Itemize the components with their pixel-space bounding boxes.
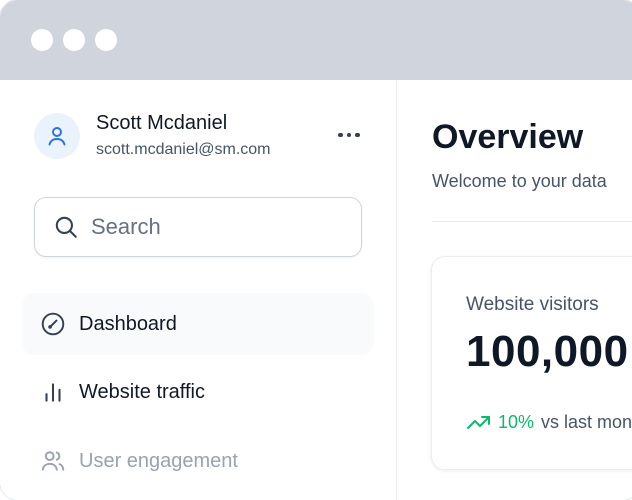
window-close-button[interactable] [31, 29, 53, 51]
user-email: scott.mcdaniel@sm.com [96, 141, 271, 158]
search-placeholder: Search [91, 214, 161, 239]
divider [432, 221, 632, 222]
trend-text: vs last month [541, 411, 632, 432]
more-horizontal-icon[interactable] [334, 123, 364, 147]
page-title: Overview [432, 118, 584, 156]
sidebar-item-label: Dashboard [79, 312, 177, 335]
trend-up-icon [467, 416, 490, 429]
main-content: Overview Welcome to your data Website vi… [397, 80, 632, 500]
stat-label: Website visitors [466, 294, 599, 315]
sidebar-item-label: Website traffic [79, 380, 205, 403]
stat-value: 100,000 [466, 327, 629, 376]
sidebar: Scott Mcdaniel scott.mcdaniel@sm.com Sea… [0, 80, 397, 500]
window-maximize-button[interactable] [95, 29, 117, 51]
title-bar [0, 0, 632, 80]
avatar[interactable] [34, 113, 80, 159]
sidebar-item-label: User engagement [79, 449, 238, 472]
stat-trend: 10% vs last month [466, 411, 632, 433]
sidebar-item-user-engagement[interactable]: User engagement [22, 430, 374, 492]
sidebar-item-website-traffic[interactable]: Website traffic [22, 361, 374, 423]
app-window: Scott Mcdaniel scott.mcdaniel@sm.com Sea… [0, 0, 632, 500]
trend-percent: 10% [498, 411, 535, 432]
user-icon [48, 127, 66, 146]
bar-chart-icon [39, 378, 67, 406]
user-name: Scott Mcdaniel [96, 112, 228, 134]
users-icon [39, 447, 67, 475]
page-subtitle: Welcome to your data [432, 171, 607, 191]
stat-card[interactable]: Website visitors 100,000 10% vs last mon… [431, 256, 632, 470]
search-input[interactable]: Search [34, 197, 362, 257]
search-icon [55, 216, 77, 238]
dashboard-gauge-icon [39, 310, 67, 338]
window-minimize-button[interactable] [63, 29, 85, 51]
sidebar-item-dashboard[interactable]: Dashboard [22, 293, 374, 355]
